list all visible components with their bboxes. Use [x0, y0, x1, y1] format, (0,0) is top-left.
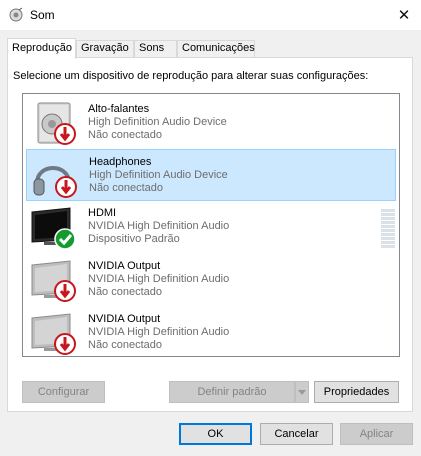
- default-check-badge-icon: [54, 228, 76, 250]
- device-item-alto-falantes[interactable]: Alto-falantes High Definition Audio Devi…: [26, 97, 396, 149]
- monitor-icon: [31, 260, 76, 302]
- configure-button[interactable]: Configurar: [22, 381, 105, 403]
- device-driver: High Definition Audio Device: [88, 116, 227, 128]
- monitor-icon: [31, 207, 76, 250]
- apply-button[interactable]: Aplicar: [340, 423, 413, 445]
- tab-comunicacoes[interactable]: Comunicações: [177, 40, 255, 57]
- device-item-headphones[interactable]: Headphones High Definition Audio Device …: [26, 149, 396, 201]
- device-item-nvidia-output-2[interactable]: NVIDIA Output NVIDIA High Definition Aud…: [26, 307, 396, 356]
- tab-gravacao[interactable]: Gravação: [76, 40, 134, 57]
- chevron-down-icon: [298, 389, 306, 395]
- properties-label: Propriedades: [323, 386, 390, 398]
- device-item-hdmi[interactable]: HDMI NVIDIA High Definition Audio Dispos…: [26, 201, 396, 253]
- disconnected-badge-icon: [54, 333, 76, 355]
- title-bar: Som ✕: [0, 0, 421, 30]
- tab-label: Gravação: [81, 42, 129, 54]
- window-title: Som: [30, 8, 55, 22]
- close-icon: ✕: [397, 7, 411, 24]
- device-driver: High Definition Audio Device: [89, 169, 228, 181]
- speaker-icon: [37, 102, 76, 145]
- ok-label: OK: [207, 428, 224, 440]
- tab-label: Sons: [139, 42, 165, 54]
- instruction-text: Selecione um dispositivo de reprodução p…: [13, 70, 369, 82]
- audio-level-meter: [381, 209, 395, 248]
- device-name: Headphones: [89, 156, 152, 168]
- device-driver: NVIDIA High Definition Audio: [88, 220, 230, 232]
- configure-label: Configurar: [37, 386, 90, 398]
- device-status: Não conectado: [88, 339, 162, 351]
- device-status: Não conectado: [89, 182, 163, 194]
- playback-panel: Selecione um dispositivo de reprodução p…: [7, 57, 413, 412]
- close-button[interactable]: ✕: [387, 0, 421, 30]
- disconnected-badge-icon: [54, 123, 76, 145]
- disconnected-badge-icon: [54, 280, 76, 302]
- device-driver: NVIDIA High Definition Audio: [88, 326, 230, 338]
- set-default-dropdown[interactable]: [295, 381, 309, 403]
- tab-sons[interactable]: Sons: [134, 40, 177, 57]
- cancel-button[interactable]: Cancelar: [260, 423, 333, 445]
- tab-reproducao[interactable]: Reprodução: [7, 38, 76, 59]
- device-name: NVIDIA Output: [88, 313, 161, 325]
- disconnected-badge-icon: [55, 176, 77, 198]
- cancel-label: Cancelar: [274, 428, 319, 440]
- device-list[interactable]: Alto-falantes High Definition Audio Devi…: [22, 93, 400, 357]
- monitor-icon: [31, 313, 76, 355]
- apply-label: Aplicar: [359, 428, 394, 440]
- device-driver: NVIDIA High Definition Audio: [88, 273, 230, 285]
- properties-button[interactable]: Propriedades: [314, 381, 399, 403]
- device-item-nvidia-output-1[interactable]: NVIDIA Output NVIDIA High Definition Aud…: [26, 254, 396, 306]
- device-name: HDMI: [88, 207, 117, 219]
- headphones-icon: [33, 166, 77, 198]
- device-name: Alto-falantes: [88, 103, 150, 115]
- tab-label: Reprodução: [12, 42, 72, 54]
- ok-button[interactable]: OK: [179, 423, 252, 445]
- device-status: Dispositivo Padrão: [88, 233, 180, 245]
- tab-label: Comunicações: [182, 42, 255, 54]
- set-default-label: Definir padrão: [197, 386, 267, 398]
- device-status: Não conectado: [88, 129, 162, 141]
- sound-app-icon: [9, 7, 23, 22]
- set-default-button[interactable]: Definir padrão: [169, 381, 295, 403]
- device-status: Não conectado: [88, 286, 162, 298]
- device-name: NVIDIA Output: [88, 260, 161, 272]
